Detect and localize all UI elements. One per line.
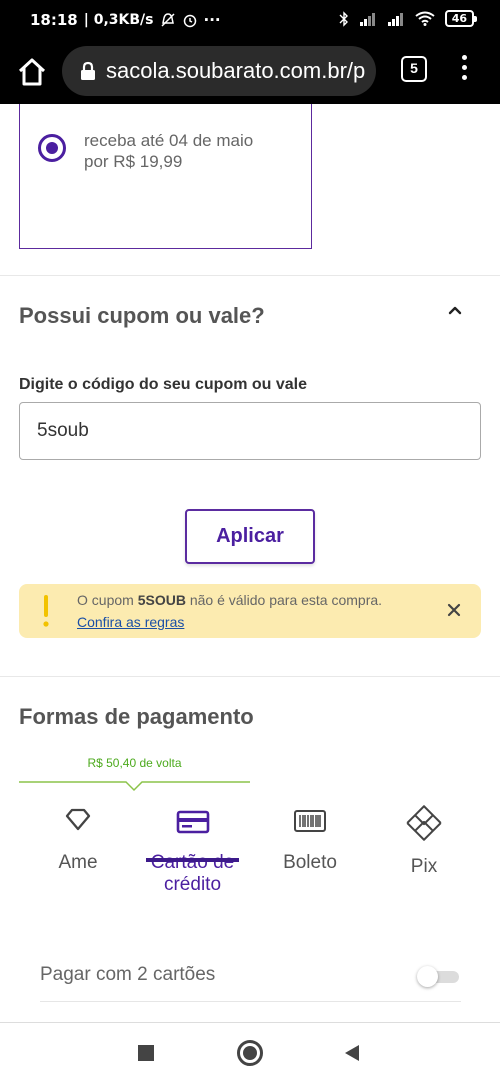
payment-tab-label: Pix [410,856,438,877]
section-divider [0,676,500,677]
home-nav-icon[interactable] [237,1040,263,1066]
alert-message: O cupom 5SOUB não é válido para esta com… [77,592,383,608]
cashback-label: R$ 50,40 de volta [87,756,182,770]
payment-tab-pix[interactable]: Pix [374,804,474,878]
rules-link[interactable]: Confira as regras [77,614,184,630]
android-navigation-bar [0,1022,500,1082]
row-divider [40,1001,461,1002]
payment-section-title: Formas de pagamento [19,704,254,729]
barcode-icon [294,810,326,832]
checkout-content: receba até 04 de maio por R$ 19,99 Possu… [0,104,500,1022]
pay-with-two-cards-label: Pagar com 2 cartões [40,964,216,985]
payment-tab-label: crédito [163,874,222,895]
address-bar[interactable]: sacola.soubarato.com.br/p [62,46,376,96]
tab-switcher-button[interactable]: 5 [401,56,427,82]
battery-icon: 46 [444,10,478,27]
coupon-input[interactable]: 5soub [19,402,481,460]
coupon-code: 5SOUB [137,592,186,608]
active-tab-indicator [146,858,239,862]
clock: 18:18 [30,11,78,29]
pix-icon [406,805,442,841]
cashback-pointer [19,781,250,792]
warning-icon [43,595,49,627]
credit-card-icon [176,810,209,834]
payment-tab-ame[interactable]: Ame [28,804,128,874]
shipping-date: receba até 04 de maio [84,131,254,150]
heart-diamond-icon [65,808,91,831]
signal-icon [359,12,375,26]
network-speed: | 0,3KB/s [83,12,154,28]
more-menu-icon[interactable] [456,55,472,85]
shipping-radio[interactable] [38,134,66,162]
payment-tab-credit-card[interactable]: Cartão de crédito [142,804,243,896]
shipping-option[interactable]: receba até 04 de maio por R$ 19,99 [19,104,312,249]
mute-icon [160,13,175,27]
wifi-icon [415,11,435,26]
back-icon[interactable] [343,1043,361,1063]
lock-icon [81,61,95,80]
alarm-icon [183,14,196,28]
payment-tab-boleto[interactable]: Boleto [260,804,360,874]
recents-icon[interactable] [138,1045,154,1061]
apply-coupon-button[interactable]: Aplicar [185,509,315,564]
close-icon[interactable] [447,603,461,617]
signal-icon [387,12,403,26]
browser-toolbar: sacola.soubarato.com.br/p 5 [0,40,500,104]
home-icon[interactable] [16,56,48,88]
more-notifications: ··· [203,11,221,29]
coupon-field-label: Digite o código do seu cupom ou vale [19,376,308,393]
coupon-error-alert: O cupom 5SOUB não é válido para esta com… [19,584,481,638]
section-divider [0,275,500,276]
payment-tab-label: Ame [58,852,98,873]
coupon-section-title[interactable]: Possui cupom ou vale? [19,303,265,329]
chevron-up-icon[interactable] [444,300,466,322]
payment-tab-label: Boleto [283,852,337,873]
url-text[interactable]: sacola.soubarato.com.br/p [106,58,365,84]
shipping-price: por R$ 19,99 [84,152,183,171]
payment-tab-label: Cartão de [150,852,235,873]
two-cards-toggle[interactable] [417,966,461,987]
bluetooth-icon [339,10,348,27]
shipping-description: receba até 04 de maio por R$ 19,99 [84,130,253,172]
status-bar: 18:18 | 0,3KB/s ··· 46 [0,0,500,40]
